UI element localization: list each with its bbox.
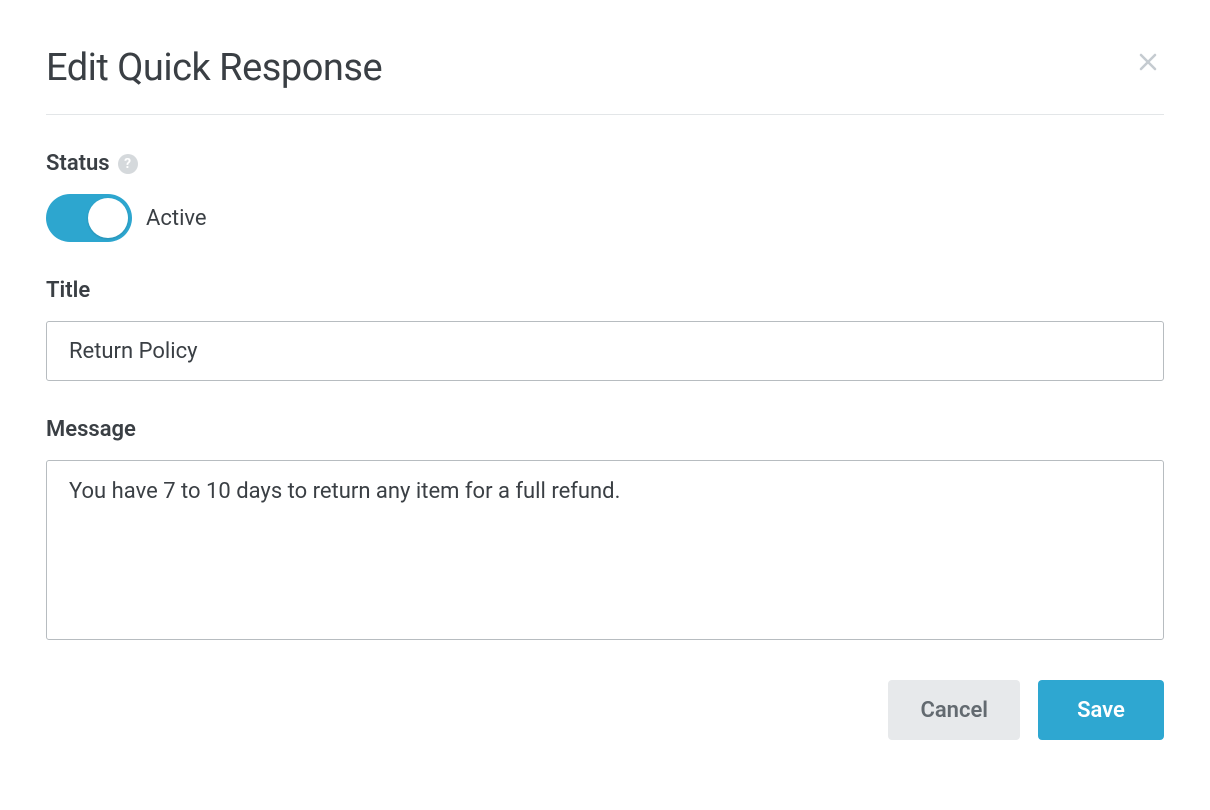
message-label: Message [46,417,136,442]
title-field-group: Title [46,278,1164,381]
status-field-group: Status ? Active [46,151,1164,242]
status-toggle[interactable] [46,194,132,242]
cancel-button[interactable]: Cancel [888,680,1020,740]
title-input[interactable] [46,321,1164,381]
save-button[interactable]: Save [1038,680,1164,740]
title-label: Title [46,278,90,303]
modal-header: Edit Quick Response [46,46,1164,115]
button-row: Cancel Save [46,680,1164,740]
close-icon [1136,50,1160,74]
status-toggle-label: Active [146,206,207,231]
message-label-row: Message [46,417,1164,442]
help-icon[interactable]: ? [118,154,138,174]
status-label-row: Status ? [46,151,1164,176]
message-textarea[interactable] [46,460,1164,640]
form-section: Status ? Active Title Message Cancel Sav… [46,151,1164,740]
title-label-row: Title [46,278,1164,303]
status-toggle-row: Active [46,194,1164,242]
toggle-knob [88,198,128,238]
modal-title: Edit Quick Response [46,46,382,90]
status-label: Status [46,151,110,176]
message-field-group: Message [46,417,1164,644]
close-button[interactable] [1132,46,1164,78]
